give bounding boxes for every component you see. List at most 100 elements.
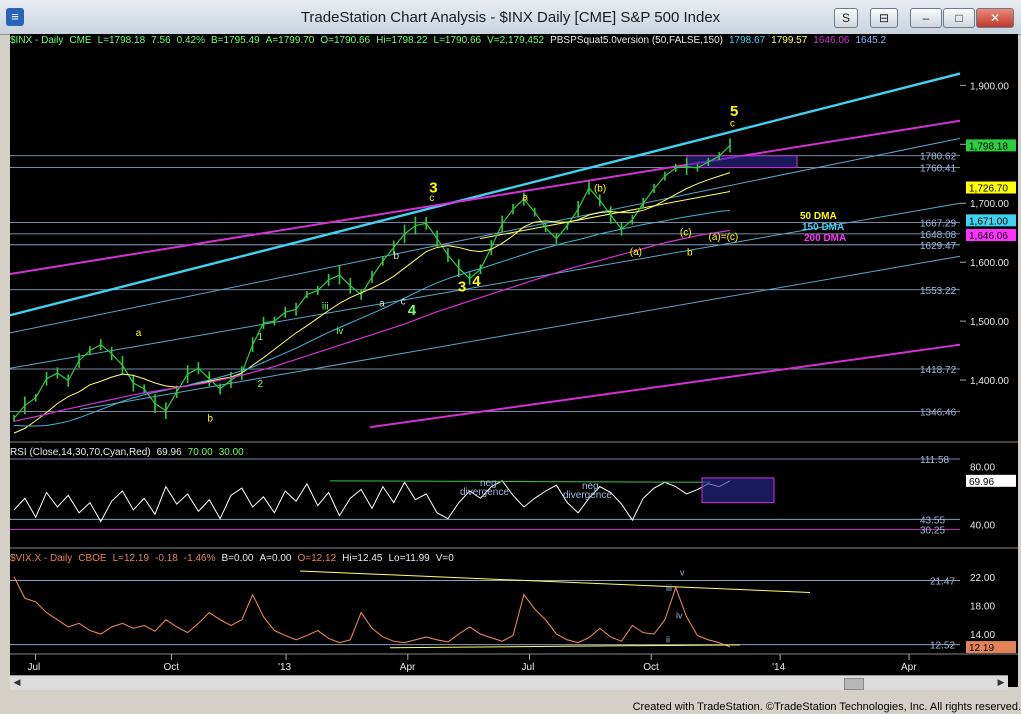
vix-header-item: Hi=12.45: [342, 553, 383, 564]
wave-label: 5: [730, 103, 738, 120]
vix-level-label: 21.47: [930, 577, 955, 588]
vix-wave-label: iii: [666, 583, 672, 593]
window-title: TradeStation Chart Analysis - $INX Daily…: [300, 9, 721, 26]
price-header-item: O=1790.66: [320, 35, 371, 46]
vix-wave-label: iv: [676, 610, 683, 620]
price-header-item: 0.42%: [176, 35, 205, 46]
horizontal-level-label: 1648.08: [920, 230, 957, 241]
scroll-right-arrow-icon[interactable]: ▶: [995, 677, 1007, 688]
wave-label: c: [401, 297, 406, 308]
price-header-item: 1646.06: [813, 35, 850, 46]
horizontal-level-label: 1667.29: [920, 219, 957, 230]
wave-label: a: [522, 192, 528, 203]
price-axis-label: 1,700.00: [970, 199, 1009, 210]
x-axis-label: Apr: [400, 662, 416, 673]
price-header-item: 1645.2: [855, 35, 887, 46]
price-header-item: L=1790.66: [433, 35, 482, 46]
price-header-item: V=2,179,452: [487, 35, 545, 46]
wave-label: (b): [594, 183, 606, 194]
rsi-line: [13, 480, 731, 523]
x-axis-label: Jul: [27, 662, 40, 673]
wave-label: b: [207, 413, 213, 424]
chart-window: ≡ TradeStation Chart Analysis - $INX Dai…: [0, 0, 1021, 714]
scroll-thumb[interactable]: [844, 678, 864, 690]
rsi-header-item: RSI (Close,14,30,70,Cyan,Red): [10, 447, 151, 458]
maximize-button[interactable]: □: [943, 8, 975, 28]
x-axis-label: '14: [772, 662, 785, 673]
layout-menu-button[interactable]: ⊟: [870, 8, 898, 28]
price-header-item: 1798.67: [728, 35, 766, 46]
cyan-trendline: [10, 72, 961, 317]
wave-label: 1: [257, 332, 263, 343]
vix-header-item: CBOE: [78, 553, 107, 564]
vix-header-item: -0.18: [155, 553, 178, 564]
vix-level-label: 12.52: [930, 641, 955, 652]
wave-label: (a): [630, 247, 642, 258]
chart-svg[interactable]: 1,900.001,800.001,700.001,600.001,500.00…: [10, 34, 1018, 687]
title-bar[interactable]: ≡ TradeStation Chart Analysis - $INX Dai…: [0, 0, 1021, 35]
ma-legend-label: 50 DMA: [800, 211, 837, 222]
vix-header-item: Lo=11.99: [388, 553, 430, 564]
price-header-item: PBSPSquat5.0version (50,FALSE,150): [550, 35, 723, 46]
wave-label: b: [393, 251, 399, 262]
rsi-header-item: 69.96: [156, 447, 182, 458]
vix-wave-label: ii: [666, 635, 670, 645]
price-axis-label: 1,500.00: [970, 317, 1009, 328]
x-axis-label: Jul: [522, 662, 535, 673]
chart-plot-area[interactable]: 1,900.001,800.001,700.001,600.001,500.00…: [10, 34, 1018, 687]
vix-last-value-label: 12.19: [969, 643, 994, 654]
scroll-left-arrow-icon[interactable]: ◀: [11, 677, 23, 688]
rsi-annotation: divergence: [563, 490, 612, 501]
horizontal-level-label: 1760.41: [920, 164, 957, 175]
price-header: $INX - Daily CME L=1798.18 7.56 0.42% B=1795.…: [10, 34, 892, 47]
close-button[interactable]: ✕: [976, 8, 1014, 28]
price-axis-label: 1,600.00: [970, 258, 1009, 269]
wave-label: 3: [458, 279, 466, 296]
horizontal-level-label: 1629.47: [920, 241, 957, 252]
vix-resistance-line: [299, 570, 811, 594]
wave-label: b: [687, 248, 693, 259]
target-zone-box: [686, 155, 798, 169]
ma150-line: [13, 209, 731, 427]
vix-header-item: $VIX.X - Daily: [10, 553, 73, 564]
wave-label: c: [429, 193, 434, 204]
vix-header-item: V=0: [435, 553, 454, 564]
ma-legend-label: 150 DMA: [802, 222, 844, 233]
rsi-level-bottom-label: 30.25: [920, 526, 945, 537]
wave-label: a: [136, 328, 142, 339]
price-header-item: 7.56: [151, 35, 171, 46]
horizontal-level-label: 1553.22: [920, 286, 957, 297]
rsi-header-item: 70.00: [187, 447, 213, 458]
vix-header: $VIX.X - Daily CBOE L=12.19 -0.18 -1.46% B=0.…: [10, 552, 460, 565]
x-axis-label: Oct: [164, 662, 180, 673]
vix-header-item: A=0.00: [259, 553, 292, 564]
rsi-axis-label: 40.00: [970, 520, 995, 531]
rsi-axis-label: 80.00: [970, 462, 995, 473]
price-header-item: L=1798.18: [97, 35, 146, 46]
x-axis-label: Apr: [901, 662, 917, 673]
vix-header-item: B=0.00: [221, 553, 254, 564]
rsi-target-box: [701, 477, 775, 504]
symbol-link-button[interactable]: S: [834, 8, 858, 28]
wave-label: a: [379, 298, 385, 309]
horizontal-level-label: 1418.72: [920, 365, 957, 376]
x-axis-label: '13: [278, 662, 291, 673]
rsi-annotation: divergence: [460, 487, 509, 498]
ma-legend-label: 200 DMA: [804, 233, 846, 244]
price-header-item: B=1795.49: [210, 35, 260, 46]
price-axis-label: 1,900.00: [970, 81, 1009, 92]
wave-label: iv: [336, 326, 343, 337]
last-value-label: 1,798.18: [969, 141, 1008, 152]
rsi-last-value-label: 69.96: [969, 477, 994, 488]
minimize-button[interactable]: –: [910, 8, 942, 28]
horizontal-level-label: 1346.46: [920, 408, 957, 419]
horizontal-level-label: 1780.62: [920, 152, 957, 163]
horizontal-scrollbar[interactable]: ◀ ▶: [10, 675, 1008, 690]
wave-label: c: [730, 119, 735, 130]
status-bar: Created with TradeStation. ©TradeStation…: [0, 700, 1021, 714]
wave-label: 2: [257, 379, 263, 390]
rsi-divergence-line: [329, 480, 711, 483]
rsi-level-top-label: 111.58: [920, 455, 950, 466]
wave-label: 4: [408, 302, 417, 319]
wave-label: (a)=(c): [709, 232, 739, 243]
